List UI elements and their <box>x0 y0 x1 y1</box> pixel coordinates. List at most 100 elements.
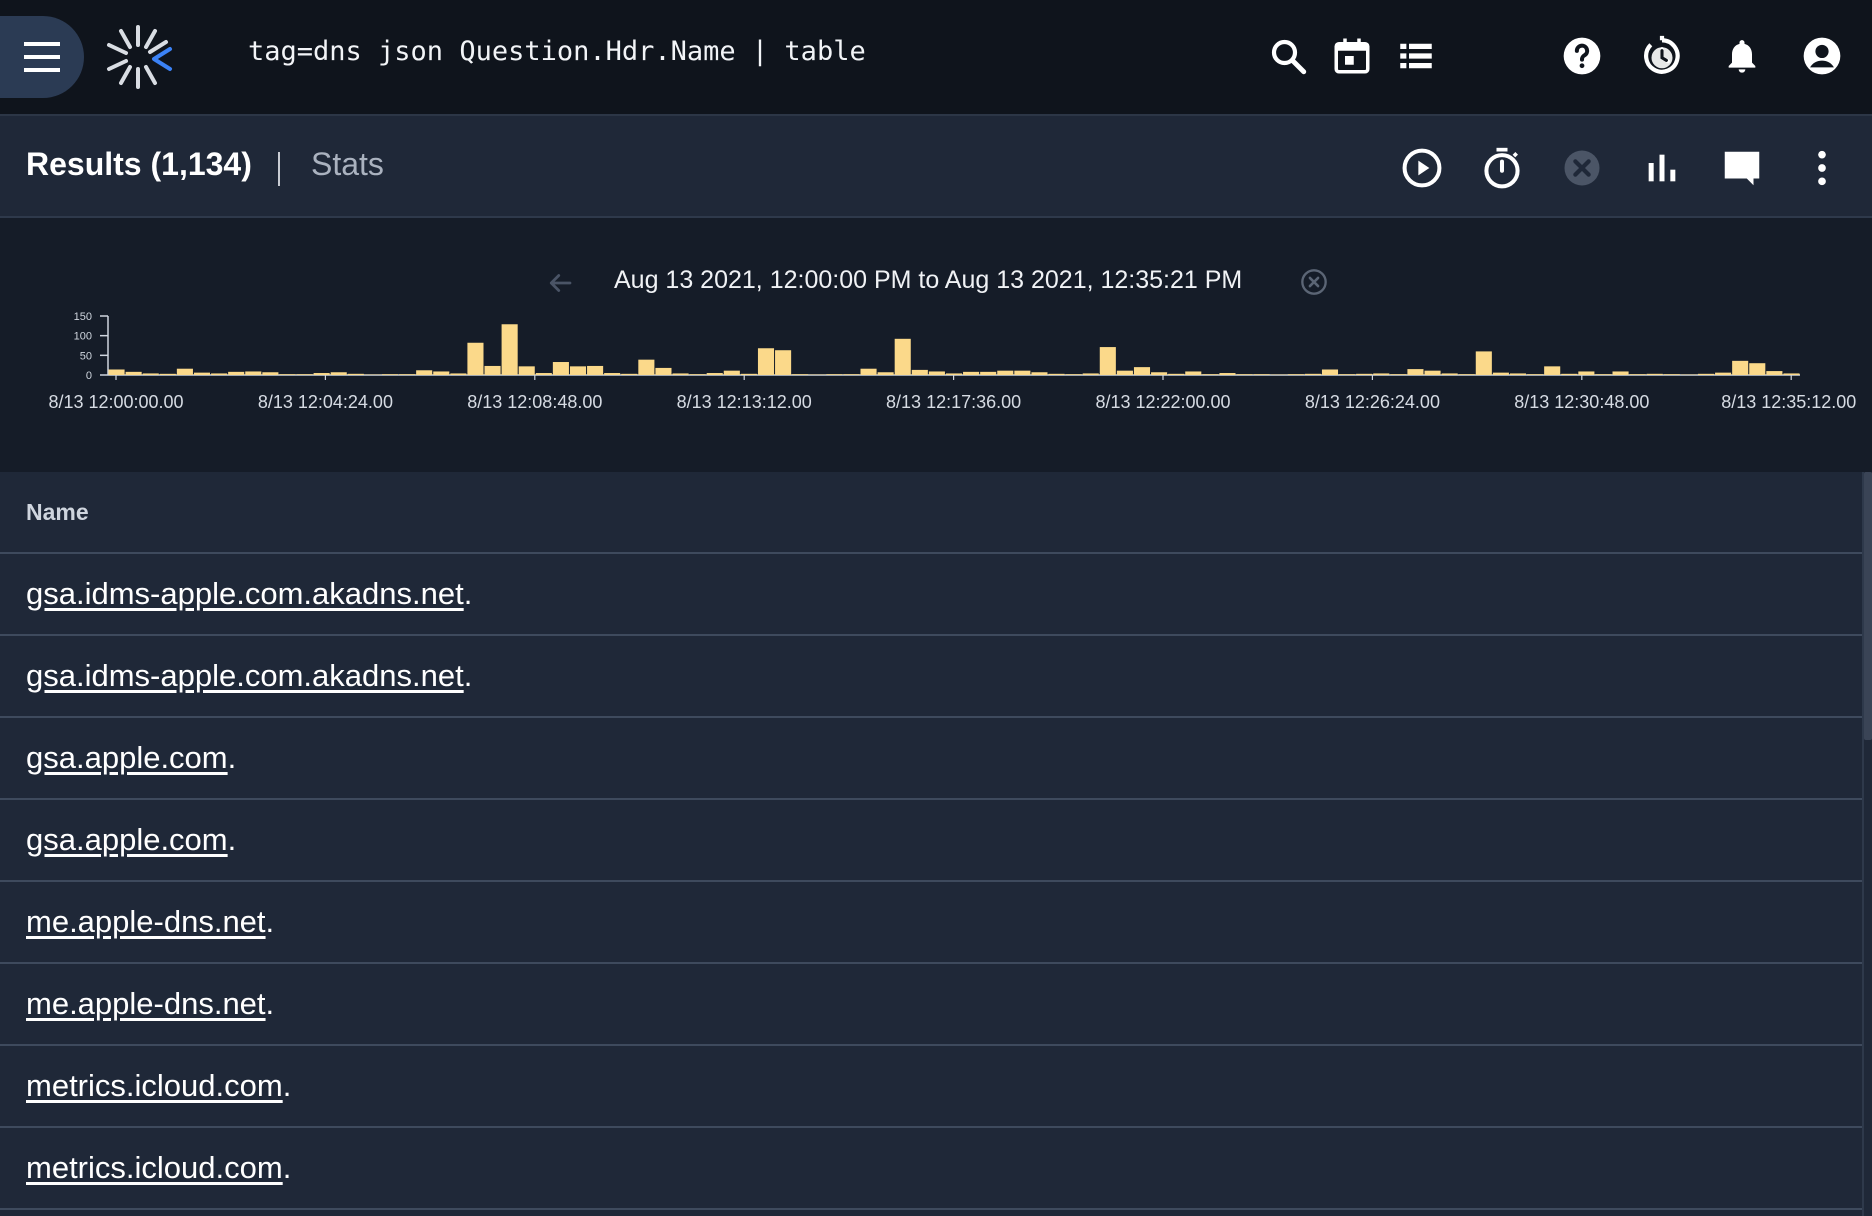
query-input[interactable]: tag=dns json Question.Hdr.Name | table <box>248 36 866 67</box>
histogram-bar[interactable] <box>1253 374 1270 375</box>
histogram-bar[interactable] <box>279 374 296 375</box>
list-button[interactable] <box>1392 30 1440 82</box>
histogram-bar[interactable] <box>706 373 723 375</box>
histogram-bar[interactable] <box>792 374 809 375</box>
histogram-bar[interactable] <box>1099 347 1116 375</box>
name-link[interactable]: gsa.idms-apple.com.akadns.net <box>26 658 464 694</box>
histogram-bar[interactable] <box>262 372 279 375</box>
overview-histogram[interactable]: 150 100 50 0 8/13 12:00:00.00 8/13 12:04:24.0… <box>0 308 1872 468</box>
notifications-button[interactable] <box>1718 30 1766 82</box>
histogram-bar[interactable] <box>501 324 518 375</box>
name-link[interactable]: metrics.icloud.com <box>26 1068 283 1104</box>
histogram-bar[interactable] <box>1595 374 1612 375</box>
histogram-bar[interactable] <box>1715 372 1732 375</box>
histogram-bar[interactable] <box>1202 374 1219 375</box>
histogram-bar[interactable] <box>1407 369 1424 375</box>
histogram-bar[interactable] <box>945 373 963 375</box>
histogram-bar[interactable] <box>1185 371 1202 375</box>
histogram-bar[interactable] <box>1424 370 1441 375</box>
histogram-bar[interactable] <box>1151 372 1168 375</box>
histogram-bar[interactable] <box>1458 374 1475 375</box>
histogram-bar[interactable] <box>450 373 467 375</box>
histogram-bar[interactable] <box>1544 366 1561 375</box>
histogram-bar[interactable] <box>860 368 877 375</box>
more-button[interactable] <box>1796 142 1848 194</box>
results-tab[interactable]: Results (1,134) <box>26 146 252 183</box>
histogram-bar[interactable] <box>228 371 245 375</box>
histogram-bar[interactable] <box>1014 370 1031 375</box>
histogram-bar[interactable] <box>108 369 125 375</box>
clear-range-icon[interactable] <box>1300 268 1328 296</box>
calendar-button[interactable] <box>1328 30 1376 82</box>
histogram-bar[interactable] <box>1475 351 1492 375</box>
histogram-bar[interactable] <box>1133 367 1151 375</box>
histogram-bar[interactable] <box>330 372 347 375</box>
histogram-bar[interactable] <box>193 372 211 375</box>
search-button[interactable] <box>1264 30 1312 82</box>
histogram-bar[interactable] <box>159 373 176 375</box>
back-arrow-icon[interactable] <box>545 268 575 298</box>
histogram-bar[interactable] <box>911 369 928 375</box>
histogram-bar[interactable] <box>1287 374 1304 375</box>
histogram-bar[interactable] <box>1356 373 1373 375</box>
histogram-bar[interactable] <box>1492 372 1509 375</box>
histogram-bar[interactable] <box>211 373 228 375</box>
timer-button[interactable] <box>1476 142 1528 194</box>
histogram-bar[interactable] <box>1732 360 1749 375</box>
histogram-bar[interactable] <box>604 373 621 375</box>
histogram-bar[interactable] <box>518 366 535 375</box>
histogram-bar[interactable] <box>1339 374 1356 375</box>
histogram-bar[interactable] <box>1629 374 1646 375</box>
histogram-bar[interactable] <box>1031 372 1048 375</box>
history-button[interactable] <box>1638 30 1686 82</box>
histogram-bar[interactable] <box>723 370 740 375</box>
histogram-bar[interactable] <box>843 374 860 375</box>
histogram-bar[interactable] <box>433 371 450 375</box>
histogram-bar[interactable] <box>416 370 433 375</box>
histogram-bar[interactable] <box>1697 373 1715 375</box>
histogram-bar[interactable] <box>1168 373 1185 375</box>
histogram-bar[interactable] <box>980 371 997 375</box>
histogram-bar[interactable] <box>997 370 1014 375</box>
histogram-bar[interactable] <box>689 374 706 375</box>
histogram-bar[interactable] <box>740 373 757 375</box>
histogram-bar[interactable] <box>775 350 792 375</box>
name-link[interactable]: me.apple-dns.net <box>26 986 266 1022</box>
scrollbar-thumb[interactable] <box>1864 472 1872 740</box>
menu-button[interactable] <box>0 16 84 98</box>
cancel-button[interactable] <box>1556 142 1608 194</box>
histogram-bar[interactable] <box>1321 369 1339 375</box>
histogram-bar[interactable] <box>638 359 655 375</box>
histogram-bar[interactable] <box>313 373 330 375</box>
histogram-bar[interactable] <box>1783 373 1800 375</box>
histogram-bar[interactable] <box>245 371 262 375</box>
histogram-bar[interactable] <box>1578 371 1595 375</box>
histogram-bar[interactable] <box>928 371 945 375</box>
histogram-bar[interactable] <box>1663 374 1680 375</box>
histogram-bar[interactable] <box>1304 373 1321 375</box>
histogram-bar[interactable] <box>757 348 775 375</box>
histogram-bar[interactable] <box>826 374 843 375</box>
scrollbar[interactable] <box>1862 472 1872 1216</box>
histogram-bar[interactable] <box>1219 373 1236 375</box>
histogram-bar[interactable] <box>142 373 159 375</box>
name-link[interactable]: me.apple-dns.net <box>26 904 266 940</box>
name-link[interactable]: metrics.icloud.com <box>26 1150 283 1186</box>
histogram-bar[interactable] <box>1390 374 1407 375</box>
histogram-bar[interactable] <box>535 373 552 375</box>
histogram-bar[interactable] <box>399 374 416 375</box>
histogram-bar[interactable] <box>655 367 672 375</box>
histogram-bar[interactable] <box>1373 373 1390 375</box>
column-header-name[interactable]: Name <box>0 472 1862 554</box>
run-button[interactable] <box>1396 142 1448 194</box>
histogram-bar[interactable] <box>296 374 313 375</box>
histogram-bar[interactable] <box>347 373 364 375</box>
comment-button[interactable] <box>1716 142 1768 194</box>
logo-icon[interactable] <box>100 22 176 92</box>
histogram-bar[interactable] <box>1065 374 1082 375</box>
histogram-bar[interactable] <box>1509 373 1527 375</box>
histogram-bar[interactable] <box>1048 373 1065 375</box>
histogram-bar[interactable] <box>125 371 142 375</box>
histogram-bar[interactable] <box>1749 363 1766 375</box>
histogram-bar[interactable] <box>381 374 399 375</box>
